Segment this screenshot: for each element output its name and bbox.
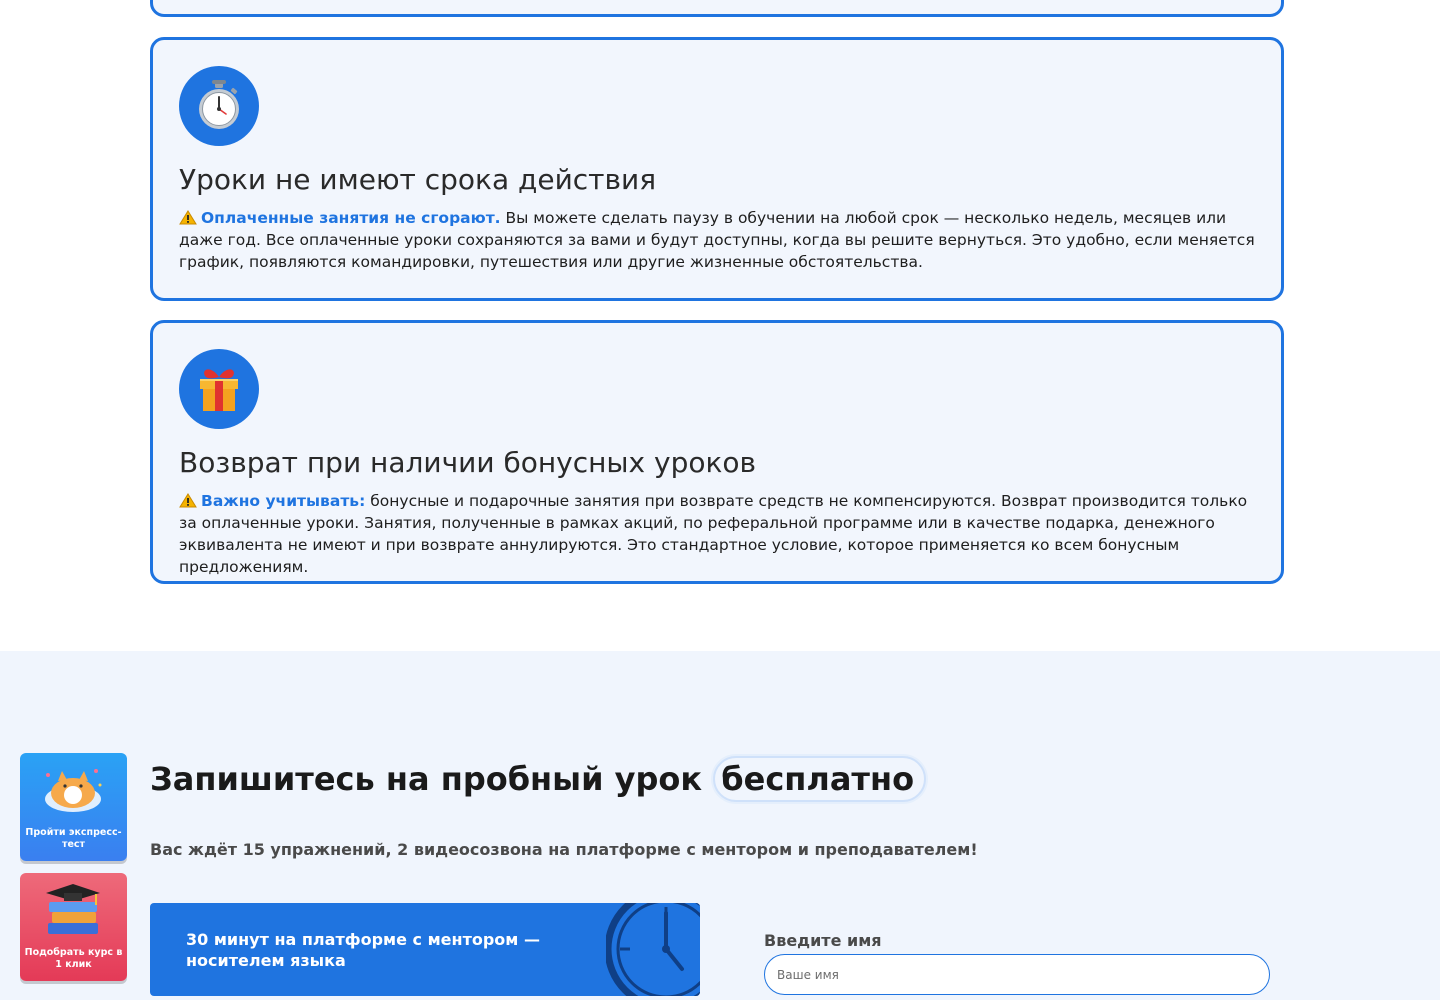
card-highlight: Оплаченные занятия не сгорают. xyxy=(201,209,501,227)
warning-icon xyxy=(179,493,197,508)
express-test-label: Пройти экспресс-тест xyxy=(25,827,122,850)
promo-text: 30 минут на платформе с ментором — носит… xyxy=(186,930,540,970)
gift-icon xyxy=(200,369,238,411)
name-field-label: Введите имя xyxy=(764,931,882,950)
signup-title: Запишитесь на пробный урок бесплатно xyxy=(150,756,927,802)
page: Уроки не имеют срока действия Оплаченные… xyxy=(0,0,1440,1000)
pick-course-button[interactable]: Подобрать курс в 1 клик xyxy=(20,873,127,981)
pick-course-label: Подобрать курс в 1 клик xyxy=(24,947,123,970)
card-title: Уроки не имеют срока действия xyxy=(179,163,657,196)
warning-icon xyxy=(179,210,197,225)
promo-banner: 30 минут на платформе с ментором — носит… xyxy=(150,903,700,996)
clock-icon xyxy=(606,903,700,996)
name-input[interactable] xyxy=(764,954,1270,995)
stopwatch-icon xyxy=(199,80,239,129)
signup-subtitle: Вас ждёт 15 упражнений, 2 видеосозвона н… xyxy=(150,840,978,859)
card-description: Важно учитывать: бонусные и подарочные з… xyxy=(179,490,1269,578)
express-test-button[interactable]: Пройти экспресс-тест xyxy=(20,753,127,861)
card-description: Оплаченные занятия не сгорают. Вы можете… xyxy=(179,207,1269,273)
info-card-bonus-refund: Возврат при наличии бонусных уроков Важн… xyxy=(150,320,1284,584)
card-icon-badge xyxy=(179,349,259,429)
card-highlight: Важно учитывать: xyxy=(201,492,366,510)
info-card-no-expiry: Уроки не имеют срока действия Оплаченные… xyxy=(150,37,1284,301)
books-graduation-cap-icon xyxy=(46,884,100,934)
card-title: Возврат при наличии бонусных уроков xyxy=(179,446,757,479)
info-card-partial xyxy=(150,0,1284,17)
signup-title-accent: бесплатно xyxy=(713,756,927,802)
signup-title-main: Запишитесь на пробный урок xyxy=(150,760,703,798)
card-icon-badge xyxy=(179,66,259,146)
cat-mascot-icon xyxy=(45,769,102,812)
